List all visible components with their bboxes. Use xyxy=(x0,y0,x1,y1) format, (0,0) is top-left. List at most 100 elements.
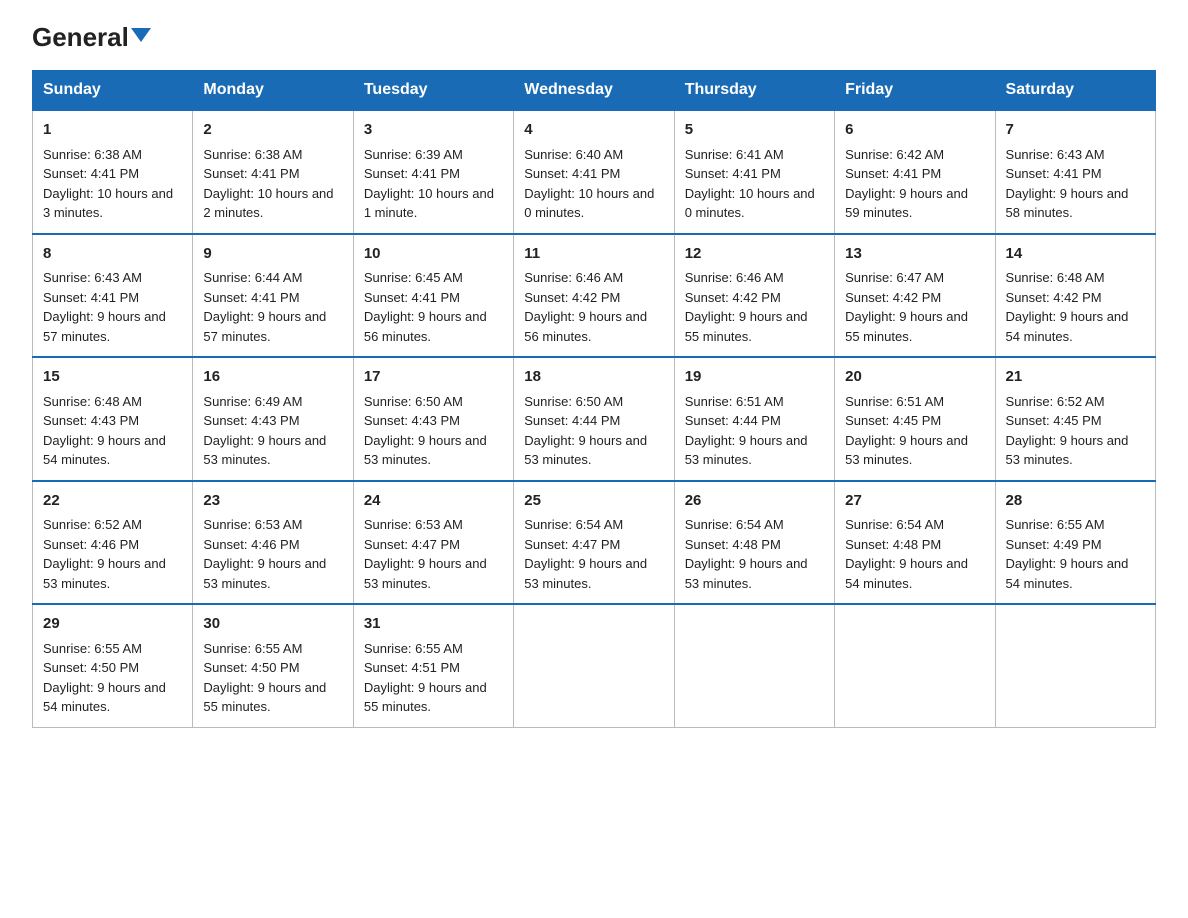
sunset-label: Sunset: 4:51 PM xyxy=(364,660,460,675)
sunrise-label: Sunrise: 6:45 AM xyxy=(364,270,463,285)
sunrise-label: Sunrise: 6:55 AM xyxy=(1006,517,1105,532)
daylight-label: Daylight: 9 hours and 56 minutes. xyxy=(364,309,487,344)
sunrise-label: Sunrise: 6:49 AM xyxy=(203,394,302,409)
day-number: 3 xyxy=(364,119,503,142)
daylight-label: Daylight: 9 hours and 57 minutes. xyxy=(43,309,166,344)
page-header: General xyxy=(32,24,1156,52)
sunset-label: Sunset: 4:50 PM xyxy=(203,660,299,675)
sunset-label: Sunset: 4:41 PM xyxy=(364,290,460,305)
sunrise-label: Sunrise: 6:53 AM xyxy=(203,517,302,532)
sunset-label: Sunset: 4:41 PM xyxy=(1006,166,1102,181)
sunrise-label: Sunrise: 6:38 AM xyxy=(43,147,142,162)
calendar-table: SundayMondayTuesdayWednesdayThursdayFrid… xyxy=(32,70,1156,728)
calendar-day-cell: 14Sunrise: 6:48 AMSunset: 4:42 PMDayligh… xyxy=(995,234,1155,358)
sunrise-label: Sunrise: 6:41 AM xyxy=(685,147,784,162)
sunset-label: Sunset: 4:42 PM xyxy=(685,290,781,305)
daylight-label: Daylight: 9 hours and 55 minutes. xyxy=(203,680,326,715)
sunset-label: Sunset: 4:46 PM xyxy=(43,537,139,552)
daylight-label: Daylight: 10 hours and 3 minutes. xyxy=(43,186,173,221)
sunset-label: Sunset: 4:42 PM xyxy=(845,290,941,305)
calendar-day-cell: 19Sunrise: 6:51 AMSunset: 4:44 PMDayligh… xyxy=(674,357,834,481)
day-number: 10 xyxy=(364,243,503,266)
day-number: 31 xyxy=(364,613,503,636)
calendar-day-cell: 3Sunrise: 6:39 AMSunset: 4:41 PMDaylight… xyxy=(353,110,513,234)
sunset-label: Sunset: 4:44 PM xyxy=(524,413,620,428)
calendar-day-cell: 15Sunrise: 6:48 AMSunset: 4:43 PMDayligh… xyxy=(33,357,193,481)
calendar-day-cell: 6Sunrise: 6:42 AMSunset: 4:41 PMDaylight… xyxy=(835,110,995,234)
calendar-day-header: Sunday xyxy=(33,71,193,111)
sunset-label: Sunset: 4:41 PM xyxy=(203,166,299,181)
calendar-day-cell: 13Sunrise: 6:47 AMSunset: 4:42 PMDayligh… xyxy=(835,234,995,358)
sunrise-label: Sunrise: 6:46 AM xyxy=(685,270,784,285)
calendar-day-cell: 17Sunrise: 6:50 AMSunset: 4:43 PMDayligh… xyxy=(353,357,513,481)
calendar-week-row: 8Sunrise: 6:43 AMSunset: 4:41 PMDaylight… xyxy=(33,234,1156,358)
calendar-day-header: Thursday xyxy=(674,71,834,111)
day-number: 26 xyxy=(685,490,824,513)
day-number: 18 xyxy=(524,366,663,389)
sunrise-label: Sunrise: 6:55 AM xyxy=(203,641,302,656)
daylight-label: Daylight: 9 hours and 55 minutes. xyxy=(685,309,808,344)
sunrise-label: Sunrise: 6:50 AM xyxy=(524,394,623,409)
calendar-day-cell: 31Sunrise: 6:55 AMSunset: 4:51 PMDayligh… xyxy=(353,604,513,727)
sunrise-label: Sunrise: 6:54 AM xyxy=(845,517,944,532)
daylight-label: Daylight: 9 hours and 53 minutes. xyxy=(364,556,487,591)
day-number: 29 xyxy=(43,613,182,636)
calendar-day-cell: 8Sunrise: 6:43 AMSunset: 4:41 PMDaylight… xyxy=(33,234,193,358)
daylight-label: Daylight: 10 hours and 2 minutes. xyxy=(203,186,333,221)
day-number: 14 xyxy=(1006,243,1145,266)
calendar-day-cell: 20Sunrise: 6:51 AMSunset: 4:45 PMDayligh… xyxy=(835,357,995,481)
calendar-day-header: Friday xyxy=(835,71,995,111)
sunset-label: Sunset: 4:43 PM xyxy=(364,413,460,428)
calendar-day-cell xyxy=(995,604,1155,727)
sunrise-label: Sunrise: 6:54 AM xyxy=(524,517,623,532)
logo-triangle-icon xyxy=(131,28,151,42)
sunset-label: Sunset: 4:43 PM xyxy=(203,413,299,428)
sunset-label: Sunset: 4:41 PM xyxy=(203,290,299,305)
sunrise-label: Sunrise: 6:47 AM xyxy=(845,270,944,285)
sunrise-label: Sunrise: 6:39 AM xyxy=(364,147,463,162)
calendar-day-cell: 2 Sunrise: 6:38 AM Sunset: 4:41 PM Daylight… xyxy=(193,110,353,234)
daylight-label: Daylight: 9 hours and 54 minutes. xyxy=(43,433,166,468)
calendar-day-cell: 1Sunrise: 6:38 AMSunset: 4:41 PMDaylight… xyxy=(33,110,193,234)
day-number: 15 xyxy=(43,366,182,389)
daylight-label: Daylight: 9 hours and 54 minutes. xyxy=(845,556,968,591)
daylight-label: Daylight: 9 hours and 53 minutes. xyxy=(524,556,647,591)
calendar-header-row: SundayMondayTuesdayWednesdayThursdayFrid… xyxy=(33,71,1156,111)
daylight-label: Daylight: 9 hours and 53 minutes. xyxy=(203,433,326,468)
daylight-label: Daylight: 9 hours and 53 minutes. xyxy=(364,433,487,468)
sunrise-label: Sunrise: 6:51 AM xyxy=(845,394,944,409)
calendar-day-cell: 12 Sunrise: 6:46 AM Sunset: 4:42 PM Dayligh… xyxy=(674,234,834,358)
day-number: 6 xyxy=(845,119,984,142)
calendar-day-cell: 16Sunrise: 6:49 AMSunset: 4:43 PMDayligh… xyxy=(193,357,353,481)
day-number: 22 xyxy=(43,490,182,513)
sunset-label: Sunset: 4:42 PM xyxy=(524,290,620,305)
calendar-day-cell: 10 Sunrise: 6:45 AM Sunset: 4:41 PM Dayligh… xyxy=(353,234,513,358)
calendar-day-cell: 22Sunrise: 6:52 AMSunset: 4:46 PMDayligh… xyxy=(33,481,193,605)
logo: General xyxy=(32,24,151,52)
sunrise-label: Sunrise: 6:53 AM xyxy=(364,517,463,532)
daylight-label: Daylight: 9 hours and 53 minutes. xyxy=(43,556,166,591)
day-number: 2 xyxy=(203,119,342,142)
calendar-day-cell: 11Sunrise: 6:46 AMSunset: 4:42 PMDayligh… xyxy=(514,234,674,358)
sunrise-label: Sunrise: 6:38 AM xyxy=(203,147,302,162)
daylight-label: Daylight: 9 hours and 53 minutes. xyxy=(203,556,326,591)
sunset-label: Sunset: 4:42 PM xyxy=(1006,290,1102,305)
daylight-label: Daylight: 9 hours and 53 minutes. xyxy=(1006,433,1129,468)
day-number: 5 xyxy=(685,119,824,142)
day-number: 11 xyxy=(524,243,663,266)
calendar-day-cell: 5Sunrise: 6:41 AMSunset: 4:41 PMDaylight… xyxy=(674,110,834,234)
calendar-day-cell xyxy=(674,604,834,727)
sunrise-label: Sunrise: 6:42 AM xyxy=(845,147,944,162)
daylight-label: Daylight: 9 hours and 59 minutes. xyxy=(845,186,968,221)
calendar-day-cell xyxy=(835,604,995,727)
sunset-label: Sunset: 4:44 PM xyxy=(685,413,781,428)
calendar-day-cell: 25Sunrise: 6:54 AMSunset: 4:47 PMDayligh… xyxy=(514,481,674,605)
daylight-label: Daylight: 9 hours and 53 minutes. xyxy=(685,433,808,468)
day-number: 21 xyxy=(1006,366,1145,389)
day-number: 25 xyxy=(524,490,663,513)
day-number: 30 xyxy=(203,613,342,636)
day-number: 13 xyxy=(845,243,984,266)
day-number: 12 xyxy=(685,243,824,266)
day-number: 1 xyxy=(43,119,182,142)
daylight-label: Daylight: 9 hours and 53 minutes. xyxy=(685,556,808,591)
